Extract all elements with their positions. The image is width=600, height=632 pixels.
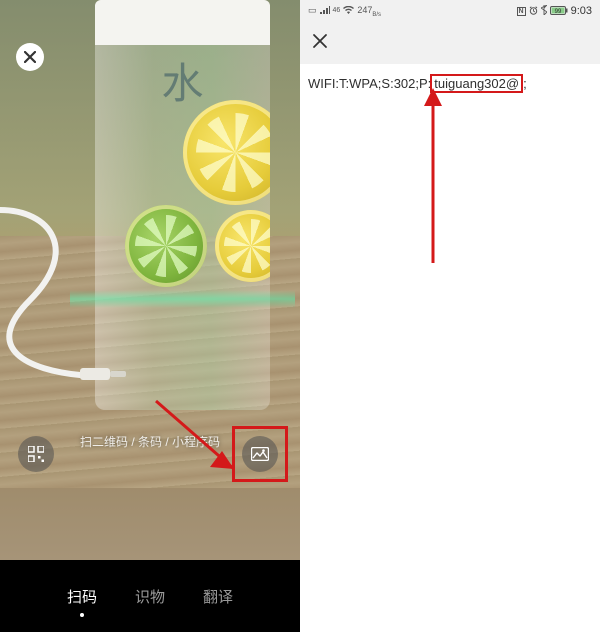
camera-viewport: 水 扫二维码 / 条码 / 小程序码 [0, 0, 300, 560]
tab-translate[interactable]: 翻译 [203, 586, 233, 607]
close-button[interactable] [16, 43, 44, 71]
qr-grid-icon [28, 446, 44, 462]
tab-scan[interactable]: 扫码 [67, 586, 97, 607]
close-icon [312, 33, 328, 49]
lemon-slice [215, 210, 270, 282]
wifi-icon [343, 6, 354, 16]
wifi-prefix: WIFI:T:WPA;S:302;P: [308, 76, 431, 91]
net-speed: 247B/s [357, 5, 381, 18]
result-header [300, 22, 600, 64]
scan-screen: 水 扫二维码 / 条码 / 小程序码 [0, 0, 300, 632]
lime-slice [125, 205, 207, 287]
tab-detect[interactable]: 识物 [135, 586, 165, 607]
wifi-suffix: ; [523, 76, 527, 91]
battery-icon: 99 [550, 6, 568, 17]
wifi-highlighted-password: tuiguang302@ [430, 74, 523, 93]
scan-line [70, 290, 295, 308]
sim-icon: ▭ [308, 5, 317, 16]
bluetooth-icon [541, 5, 547, 17]
result-screen: ▭ 46 247B/s N 99 9:03 [300, 0, 600, 632]
bottle-label-char: 水 [161, 50, 203, 111]
svg-text:99: 99 [554, 9, 561, 15]
status-bar: ▭ 46 247B/s N 99 9:03 [300, 0, 600, 22]
close-icon [24, 51, 36, 63]
nfc-icon: N [517, 7, 526, 16]
scan-hint-text: 扫二维码 / 条码 / 小程序码 [80, 433, 220, 450]
signal-icon [320, 6, 330, 16]
alarm-icon [529, 6, 538, 17]
image-icon [251, 447, 269, 461]
close-result-button[interactable] [312, 33, 328, 53]
scan-tab-bar: 扫码 识物 翻译 [0, 560, 300, 632]
status-time: 9:03 [571, 5, 592, 17]
annotation-arrow-right [418, 88, 448, 268]
bottle-object: 水 [95, 0, 270, 410]
gallery-button[interactable] [242, 436, 278, 472]
my-qr-button[interactable] [18, 436, 54, 472]
scan-result-text: WIFI:T:WPA;S:302;P:tuiguang302@; [300, 64, 535, 103]
lemon-slice [183, 100, 270, 205]
